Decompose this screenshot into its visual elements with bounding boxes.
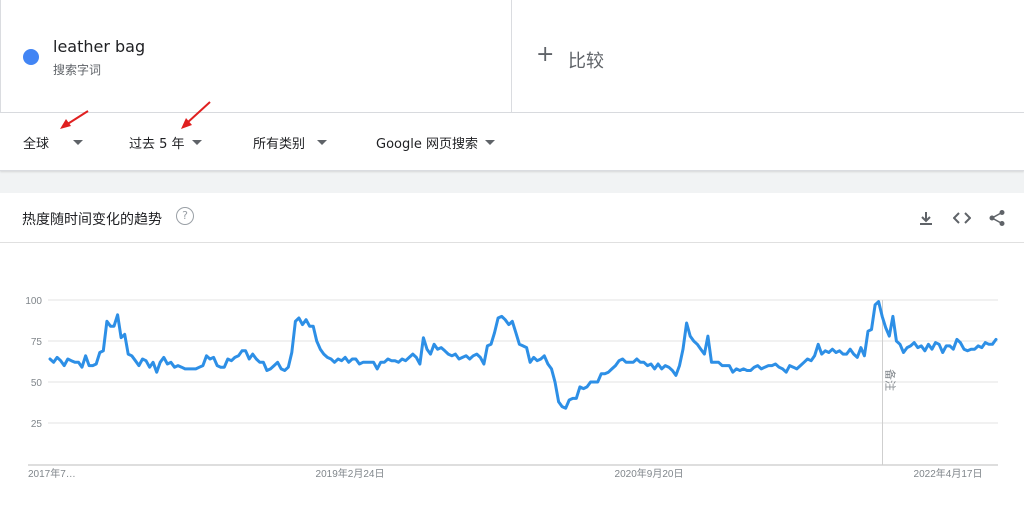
trend-line xyxy=(48,300,998,410)
chevron-down-icon xyxy=(484,139,495,145)
x-tick-label: 2019年2月24日 xyxy=(316,467,385,480)
term-name[interactable]: leather bag xyxy=(53,37,145,56)
x-tick-label: 2017年7… xyxy=(28,467,76,480)
search-type-filter-label: Google 网页搜索 xyxy=(376,136,478,152)
chevron-down-icon xyxy=(317,139,328,145)
red-arrow-time xyxy=(181,101,211,129)
term-color-dot xyxy=(23,49,39,65)
interest-over-time-card: 热度随时间变化的趋势 ? 25 50 75 100 2017年7… 2019年2月24日 xyxy=(0,193,1024,511)
x-tick-label: 2020年9月20日 xyxy=(615,467,684,480)
plus-icon[interactable]: + xyxy=(536,44,554,66)
filter-bar: 全球 过去 5 年 所有类别 Google 网页搜索 xyxy=(0,113,1024,171)
trend-chart: 25 50 75 100 2017年7… 2019年2月24日 2020年9月20日 202… xyxy=(25,296,998,480)
search-type-filter[interactable]: Google 网页搜索 xyxy=(376,113,495,171)
term-card[interactable]: leather bag 搜索字词 xyxy=(0,0,512,113)
time-filter-label: 过去 5 年 xyxy=(129,136,185,152)
term-type-label: 搜索字词 xyxy=(53,63,102,77)
x-tick-label: 2022年4月17日 xyxy=(914,467,983,480)
red-arrow-region xyxy=(60,110,89,129)
y-tick-label: 75 xyxy=(31,337,43,348)
compare-label[interactable]: 比较 xyxy=(568,47,604,73)
chevron-down-icon xyxy=(191,139,202,145)
y-tick-label: 50 xyxy=(31,378,43,389)
term-header: leather bag 搜索字词 + 比较 xyxy=(0,0,1024,113)
y-tick-label: 25 xyxy=(31,419,43,430)
category-filter[interactable]: 所有类别 xyxy=(253,113,328,171)
region-filter-label: 全球 xyxy=(23,136,50,152)
y-tick-label: 100 xyxy=(25,296,42,307)
annotation-label[interactable]: 备注 xyxy=(884,369,898,391)
chevron-down-icon xyxy=(73,139,84,145)
category-filter-label: 所有类别 xyxy=(253,136,306,152)
